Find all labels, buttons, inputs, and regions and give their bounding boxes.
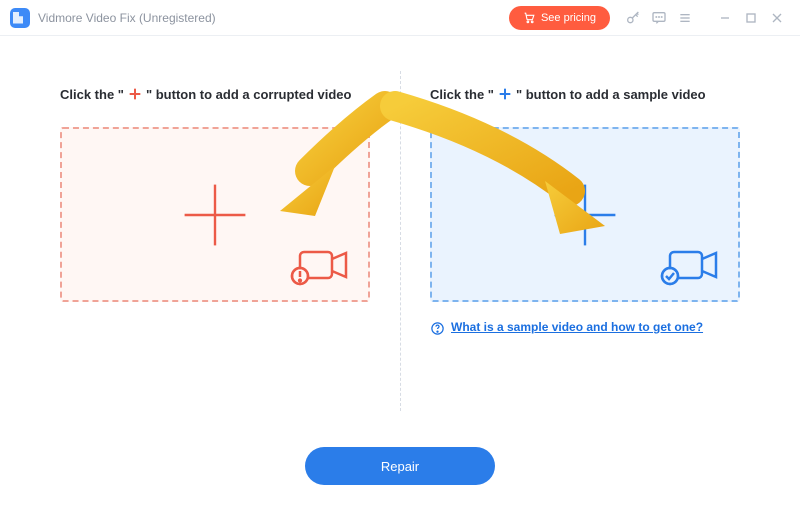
corrupted-video-panel: Click the " " button to add a corrupted …: [60, 86, 370, 336]
question-icon: [430, 321, 445, 336]
panels: Click the " " button to add a corrupted …: [60, 86, 740, 336]
instr-suffix: " button to add a corrupted video: [146, 87, 352, 102]
instr-suffix: " button to add a sample video: [516, 87, 706, 102]
see-pricing-button[interactable]: See pricing: [509, 6, 610, 30]
sample-video-help: What is a sample video and how to get on…: [430, 320, 740, 336]
plus-icon: [545, 175, 625, 255]
instr-prefix: Click the ": [60, 87, 124, 102]
window: Vidmore Video Fix (Unregistered) See pri…: [0, 0, 800, 515]
instr-prefix: Click the ": [430, 87, 494, 102]
app-logo-icon: [10, 8, 30, 28]
camcorder-alert-icon: [290, 244, 350, 286]
menu-icon[interactable]: [672, 5, 698, 31]
close-button[interactable]: [764, 5, 790, 31]
maximize-button[interactable]: [738, 5, 764, 31]
minimize-button[interactable]: [712, 5, 738, 31]
repair-button[interactable]: Repair: [305, 447, 495, 485]
sample-instruction: Click the " " button to add a sample vid…: [430, 86, 740, 102]
key-icon[interactable]: [620, 5, 646, 31]
content-area: Click the " " button to add a corrupted …: [0, 36, 800, 515]
titlebar: Vidmore Video Fix (Unregistered) See pri…: [0, 0, 800, 36]
sample-video-help-link[interactable]: What is a sample video and how to get on…: [451, 320, 703, 334]
plus-icon: [497, 86, 513, 102]
plus-icon: [175, 175, 255, 255]
divider: [400, 71, 401, 411]
add-corrupted-video-button[interactable]: [60, 127, 370, 302]
corrupted-instruction: Click the " " button to add a corrupted …: [60, 86, 370, 102]
plus-icon: [127, 86, 143, 102]
camcorder-check-icon: [660, 244, 720, 286]
add-sample-video-button[interactable]: [430, 127, 740, 302]
sample-video-panel: Click the " " button to add a sample vid…: [430, 86, 740, 336]
app-title: Vidmore Video Fix (Unregistered): [38, 11, 216, 25]
cart-icon: [523, 11, 536, 24]
see-pricing-label: See pricing: [541, 12, 596, 24]
feedback-icon[interactable]: [646, 5, 672, 31]
